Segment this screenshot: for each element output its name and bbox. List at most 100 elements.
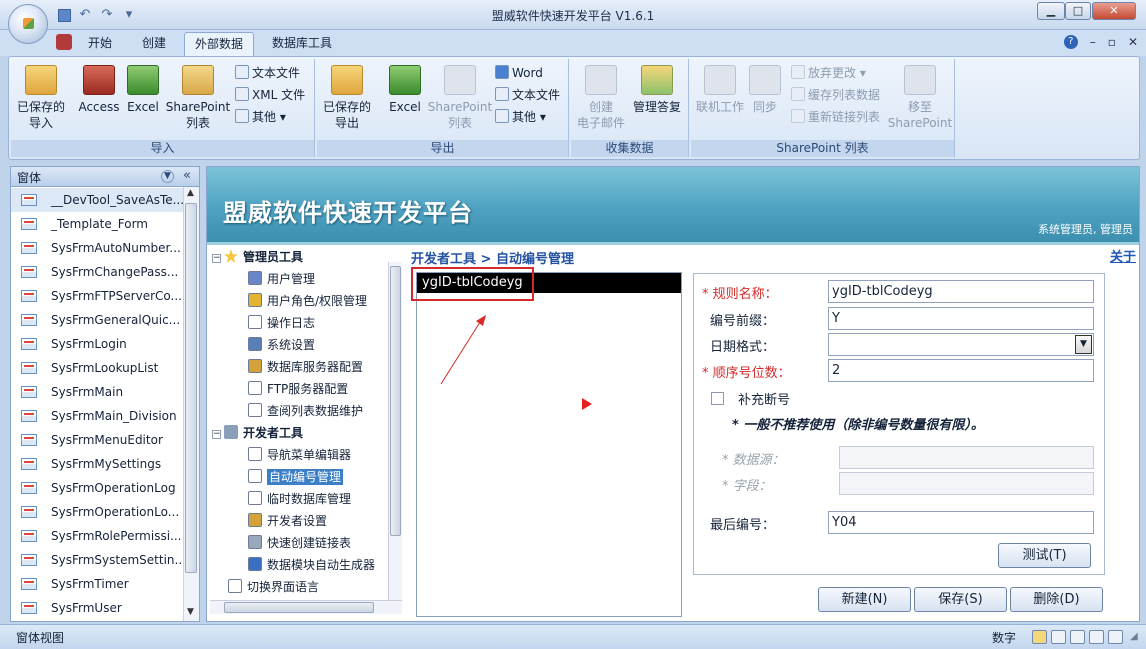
nav-form-item[interactable]: SysFrmOperationLog (11, 476, 183, 500)
discard-changes-button[interactable]: 放弃更改 ▾ (791, 63, 866, 83)
tab-external-data[interactable]: 外部数据 (184, 32, 255, 56)
import-text-file-button[interactable]: 文本文件 (235, 63, 300, 83)
tab-create[interactable]: 创建 (132, 32, 176, 56)
tree-developer-tools[interactable]: 开发者工具 (224, 422, 303, 444)
tab-database-tools[interactable]: 数据库工具 (262, 32, 342, 56)
tree-horizontal-scrollbar[interactable] (210, 600, 402, 614)
nav-form-item[interactable]: SysFrmMain (11, 380, 183, 404)
nav-form-item[interactable]: SysFrmLookupList (11, 356, 183, 380)
office-button[interactable] (8, 4, 48, 44)
import-more-button[interactable]: 其他 ▾ (235, 107, 286, 127)
save-button[interactable]: 保存(S) (914, 587, 1007, 612)
nav-form-item[interactable]: SysFrmFTPServerCo... (11, 284, 183, 308)
nav-form-item[interactable]: __DevTool_SaveAsTe... (11, 188, 183, 212)
collapse-pane-icon[interactable]: « (183, 168, 191, 183)
resize-grip-icon[interactable]: ◢ (1130, 631, 1138, 642)
export-more-button[interactable]: 其他 ▾ (495, 107, 546, 127)
chevron-down-icon[interactable]: ▼ (161, 170, 174, 183)
nav-form-item[interactable]: SysFrmChangePass... (11, 260, 183, 284)
tree-admin-item[interactable]: 数据库服务器配置 (248, 356, 363, 378)
datasource-field[interactable] (839, 446, 1094, 469)
close-button[interactable]: ✕ (1092, 2, 1136, 20)
move-to-sharepoint-button[interactable]: 移至 SharePoint (887, 65, 953, 131)
tree-dev-item[interactable]: 数据模块自动生成器 (248, 554, 375, 576)
pivot-table-view-icon[interactable] (1070, 630, 1085, 644)
nav-form-item[interactable]: SysFrmMySettings (11, 452, 183, 476)
pivot-chart-view-icon[interactable] (1089, 630, 1104, 644)
maximize-button[interactable]: □ (1065, 2, 1091, 20)
nav-form-item[interactable]: SysFrmAutoNumber... (11, 236, 183, 260)
datasheet-view-icon[interactable] (1051, 630, 1066, 644)
doc-close-icon[interactable]: ✕ (1128, 35, 1138, 49)
tree-admin-item[interactable]: 用户管理 (248, 268, 315, 290)
import-sharepoint-button[interactable]: SharePoint 列表 (165, 65, 231, 131)
nav-form-item[interactable]: SysFrmUser (11, 596, 183, 620)
chevron-down-icon[interactable]: ▼ (1075, 335, 1092, 354)
new-button[interactable]: 新建(N) (818, 587, 911, 612)
nav-form-item[interactable]: SysFrmSystemSettin... (11, 548, 183, 572)
tree-switch-language[interactable]: 切换界面语言 (228, 576, 319, 598)
delete-button[interactable]: 删除(D) (1010, 587, 1103, 612)
status-num-lock: 数字 (992, 631, 1017, 645)
nav-form-item[interactable]: SysFrmMain_Division (11, 404, 183, 428)
tree-dev-item[interactable]: 导航菜单编辑器 (248, 444, 351, 466)
saved-imports-button[interactable]: 已保存的 导入 (13, 65, 69, 131)
tree-dev-item[interactable]: 自动编号管理 (248, 466, 344, 488)
help-icon[interactable]: ? (1063, 35, 1078, 49)
nav-form-item[interactable]: SysFrmOperationLo... (11, 500, 183, 524)
import-access-button[interactable]: Access (73, 65, 125, 115)
design-view-icon[interactable] (1108, 630, 1123, 644)
export-sharepoint-button[interactable]: SharePoint 列表 (427, 65, 493, 131)
prefix-field[interactable]: Y (828, 307, 1094, 330)
last-number-field[interactable]: Y04 (828, 511, 1094, 534)
nav-form-item[interactable]: SysFrmRolePermissi... (11, 524, 183, 548)
fill-gap-checkbox[interactable] (711, 392, 724, 405)
field-field[interactable] (839, 472, 1094, 495)
export-word-button[interactable]: Word (495, 63, 543, 83)
date-format-select[interactable] (828, 333, 1094, 356)
nav-form-item[interactable]: SysFrmTimer (11, 572, 183, 596)
collapse-dev-icon[interactable]: − (212, 430, 221, 439)
tree-hscroll-thumb[interactable] (224, 602, 374, 613)
tree-admin-item[interactable]: 查阅列表数据维护 (248, 400, 363, 422)
nav-form-item[interactable]: _Template_Form (11, 212, 183, 236)
scroll-up-icon[interactable]: ▲ (187, 188, 194, 198)
tree-admin-item[interactable]: 操作日志 (248, 312, 315, 334)
tree-scroll-thumb[interactable] (390, 266, 401, 536)
doc-minimize-icon[interactable]: – (1090, 35, 1096, 49)
collapse-admin-icon[interactable]: − (212, 254, 221, 263)
form-view-icon[interactable] (1032, 630, 1047, 644)
tree-admin-item[interactable]: 系统设置 (248, 334, 315, 356)
navigation-scroll-thumb[interactable] (185, 203, 197, 573)
relink-lists-button[interactable]: 重新链接列表 (791, 107, 880, 127)
export-excel-button[interactable]: Excel (385, 65, 425, 115)
nav-form-item[interactable]: SysFrmLogin (11, 332, 183, 356)
tree-admin-item[interactable]: 用户角色/权限管理 (248, 290, 367, 312)
import-xml-button[interactable]: XML 文件 (235, 85, 305, 105)
nav-form-item[interactable]: SysFrmGeneralQuic... (11, 308, 183, 332)
saved-exports-button[interactable]: 已保存的 导出 (321, 65, 373, 131)
tree-dev-item[interactable]: 临时数据库管理 (248, 488, 351, 510)
tree-vertical-scrollbar[interactable] (388, 262, 402, 600)
scroll-down-icon[interactable]: ▼ (187, 607, 194, 617)
test-button[interactable]: 测试(T) (998, 543, 1091, 568)
create-email-button[interactable]: 创建 电子邮件 (575, 65, 627, 131)
nav-form-item[interactable]: SysFrmMenuEditor (11, 428, 183, 452)
sync-button[interactable]: 同步 (749, 65, 781, 115)
tree-admin-tools[interactable]: 管理员工具 (224, 246, 303, 268)
export-text-file-button[interactable]: 文本文件 (495, 85, 560, 105)
doc-restore-icon[interactable]: ▫ (1108, 35, 1116, 49)
tree-dev-item[interactable]: 开发者设置 (248, 510, 327, 532)
about-link[interactable]: 关于 (1110, 246, 1136, 265)
navigation-pane-header[interactable]: 窗体 ▼ « (11, 167, 199, 187)
tab-home[interactable]: 开始 (78, 32, 122, 56)
rule-name-field[interactable]: ygID-tblCodeyg (828, 280, 1094, 303)
work-online-button[interactable]: 联机工作 (693, 65, 747, 115)
sequence-digits-field[interactable]: 2 (828, 359, 1094, 382)
cache-list-data-button[interactable]: 缓存列表数据 (791, 85, 880, 105)
manage-replies-button[interactable]: 管理答复 (629, 65, 685, 115)
import-excel-button[interactable]: Excel (123, 65, 163, 115)
tree-dev-item[interactable]: 快速创建链接表 (248, 532, 351, 554)
minimize-button[interactable]: ▁ (1037, 2, 1065, 20)
tree-admin-item[interactable]: FTP服务器配置 (248, 378, 348, 400)
